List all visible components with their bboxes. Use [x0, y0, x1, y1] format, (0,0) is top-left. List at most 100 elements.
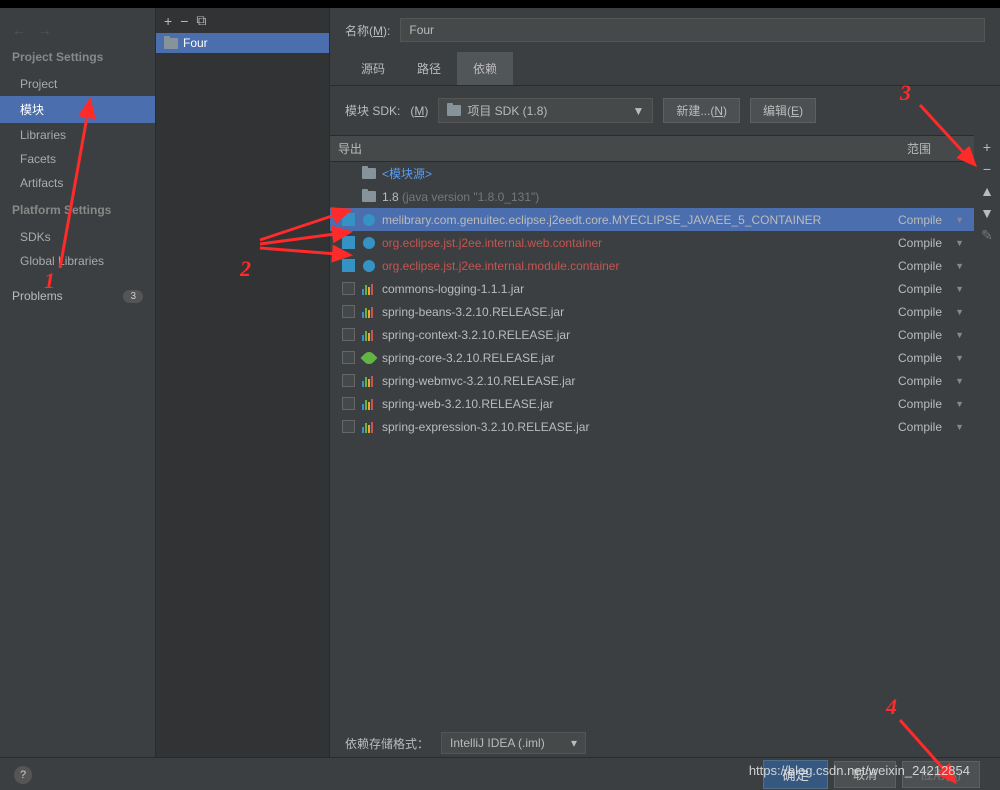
dep-name: org.eclipse.jst.j2ee.internal.web.contai…: [378, 236, 898, 250]
dep-row[interactable]: commons-logging-1.1.1.jarCompile ▼: [330, 277, 974, 300]
right-panel: 名称(M): 源码 路径 依赖 模块 SDK: (M) 项目 SDK (1.8)…: [330, 8, 1000, 768]
dep-scope[interactable]: Compile ▼: [898, 236, 968, 250]
dep-name: commons-logging-1.1.1.jar: [378, 282, 898, 296]
move-down-icon[interactable]: ▼: [980, 205, 994, 221]
storage-format-label: 依赖存储格式：: [345, 735, 429, 752]
move-up-icon[interactable]: ▲: [980, 183, 994, 199]
sidebar-item-libraries[interactable]: Libraries: [0, 123, 155, 147]
chevron-down-icon: ▼: [955, 261, 964, 271]
sidebar-item-problems[interactable]: Problems 3: [0, 281, 155, 311]
new-sdk-button[interactable]: 新建...(N): [663, 98, 740, 123]
chevron-down-icon: ▼: [955, 422, 964, 432]
storage-format-select[interactable]: IntelliJ IDEA (.iml) ▾: [441, 732, 586, 754]
chevron-down-icon: ▼: [955, 215, 964, 225]
dep-name: spring-beans-3.2.10.RELEASE.jar: [378, 305, 898, 319]
globe-icon: [363, 260, 375, 272]
sidebar-item-project[interactable]: Project: [0, 72, 155, 96]
library-icon: [362, 329, 376, 341]
dep-row[interactable]: spring-webmvc-3.2.10.RELEASE.jarCompile …: [330, 369, 974, 392]
folder-icon: [362, 168, 376, 179]
dep-row[interactable]: 1.8 (java version "1.8.0_131"): [330, 185, 974, 208]
dep-scope[interactable]: Compile ▼: [898, 351, 968, 365]
tab-dependencies[interactable]: 依赖: [457, 52, 513, 85]
copy-module-icon[interactable]: ⧉: [196, 12, 206, 29]
sidebar-item-modules[interactable]: 模块: [0, 96, 155, 123]
module-name-input[interactable]: [400, 18, 985, 42]
chevron-down-icon: ▼: [955, 376, 964, 386]
add-dep-icon[interactable]: +: [983, 139, 991, 155]
dep-scope[interactable]: Compile ▼: [898, 397, 968, 411]
chevron-down-icon: ▼: [955, 238, 964, 248]
dep-row[interactable]: spring-core-3.2.10.RELEASE.jarCompile ▼: [330, 346, 974, 369]
edit-sdk-button[interactable]: 编辑(E): [750, 98, 816, 123]
export-checkbox[interactable]: [342, 374, 355, 387]
leaf-icon: [361, 349, 378, 366]
export-checkbox[interactable]: [342, 351, 355, 364]
dep-scope[interactable]: Compile ▼: [898, 328, 968, 342]
module-item-four[interactable]: Four: [156, 33, 329, 53]
tab-source[interactable]: 源码: [345, 52, 401, 85]
chevron-down-icon: ▼: [632, 104, 644, 118]
sidebar: ← → Project Settings Project 模块 Librarie…: [0, 8, 155, 768]
add-module-icon[interactable]: +: [164, 13, 172, 29]
module-name: Four: [183, 36, 208, 50]
export-checkbox[interactable]: [342, 213, 355, 226]
library-icon: [362, 421, 376, 433]
problems-count: 3: [123, 290, 143, 303]
export-checkbox[interactable]: [342, 397, 355, 410]
sidebar-item-global-libraries[interactable]: Global Libraries: [0, 249, 155, 273]
edit-dep-icon[interactable]: ✎: [981, 227, 993, 244]
th-scope: 范围: [899, 136, 974, 161]
sidebar-item-artifacts[interactable]: Artifacts: [0, 171, 155, 195]
export-checkbox[interactable]: [342, 236, 355, 249]
nav-arrows: ← →: [0, 18, 155, 42]
chevron-down-icon: ▼: [955, 330, 964, 340]
dep-row[interactable]: spring-context-3.2.10.RELEASE.jarCompile…: [330, 323, 974, 346]
folder-icon: [362, 191, 376, 202]
dep-scope[interactable]: Compile ▼: [898, 374, 968, 388]
problems-label: Problems: [12, 289, 63, 303]
chevron-down-icon: ▼: [955, 284, 964, 294]
dep-name: spring-web-3.2.10.RELEASE.jar: [378, 397, 898, 411]
sidebar-item-facets[interactable]: Facets: [0, 147, 155, 171]
dep-row[interactable]: spring-expression-3.2.10.RELEASE.jarComp…: [330, 415, 974, 438]
export-checkbox[interactable]: [342, 420, 355, 433]
dep-row[interactable]: spring-web-3.2.10.RELEASE.jarCompile ▼: [330, 392, 974, 415]
dep-name: spring-context-3.2.10.RELEASE.jar: [378, 328, 898, 342]
dep-name: <模块源>: [378, 165, 898, 182]
globe-icon: [363, 214, 375, 226]
name-label: 名称(M):: [345, 22, 390, 39]
dep-scope[interactable]: Compile ▼: [898, 305, 968, 319]
dep-row[interactable]: melibrary.com.genuitec.eclipse.j2eedt.co…: [330, 208, 974, 231]
dep-row[interactable]: org.eclipse.jst.j2ee.internal.web.contai…: [330, 231, 974, 254]
export-checkbox[interactable]: [342, 259, 355, 272]
dep-side-tools: + − ▲ ▼ ✎: [974, 135, 1000, 438]
dep-row[interactable]: org.eclipse.jst.j2ee.internal.module.con…: [330, 254, 974, 277]
remove-module-icon[interactable]: −: [180, 13, 188, 29]
folder-icon: [164, 38, 178, 49]
dep-row[interactable]: spring-beans-3.2.10.RELEASE.jarCompile ▼: [330, 300, 974, 323]
dep-name: 1.8 (java version "1.8.0_131"): [378, 190, 898, 204]
sidebar-item-sdks[interactable]: SDKs: [0, 225, 155, 249]
dep-scope[interactable]: Compile ▼: [898, 282, 968, 296]
library-icon: [362, 375, 376, 387]
library-icon: [362, 306, 376, 318]
tabs: 源码 路径 依赖: [330, 52, 1000, 86]
dep-name: spring-core-3.2.10.RELEASE.jar: [378, 351, 898, 365]
dep-scope[interactable]: Compile ▼: [898, 259, 968, 273]
export-checkbox[interactable]: [342, 282, 355, 295]
dep-scope[interactable]: Compile ▼: [898, 420, 968, 434]
help-icon[interactable]: ?: [14, 766, 32, 784]
sdk-label: 模块 SDK:: [345, 102, 400, 119]
export-checkbox[interactable]: [342, 305, 355, 318]
chevron-down-icon: ▾: [571, 736, 577, 750]
dep-name: spring-expression-3.2.10.RELEASE.jar: [378, 420, 898, 434]
dep-row[interactable]: <模块源>: [330, 162, 974, 185]
chevron-down-icon: ▼: [955, 307, 964, 317]
tab-paths[interactable]: 路径: [401, 52, 457, 85]
remove-dep-icon[interactable]: −: [983, 161, 991, 177]
chevron-down-icon: ▼: [955, 399, 964, 409]
sdk-select[interactable]: 项目 SDK (1.8) ▼: [438, 98, 653, 123]
export-checkbox[interactable]: [342, 328, 355, 341]
dep-scope[interactable]: Compile ▼: [898, 213, 968, 227]
